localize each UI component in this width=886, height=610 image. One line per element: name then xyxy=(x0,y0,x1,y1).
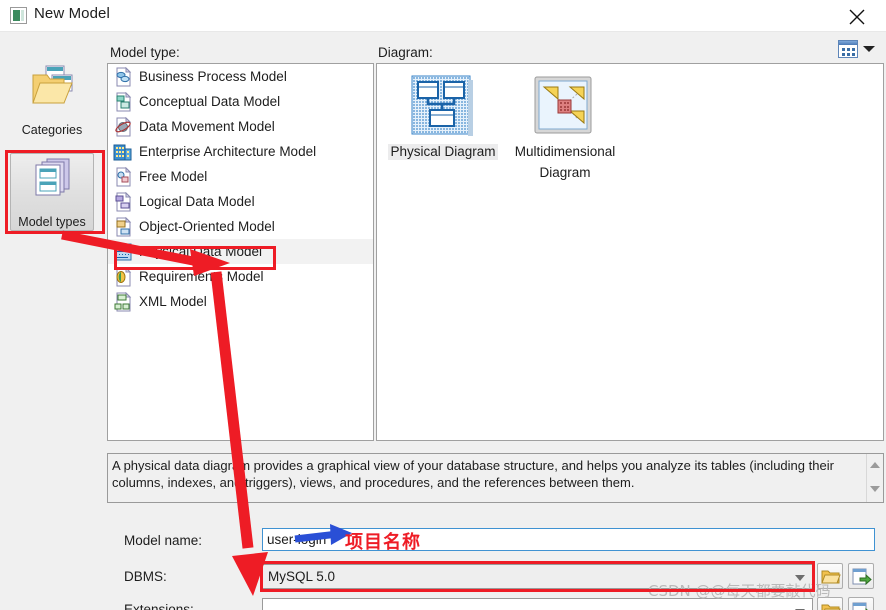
description-text: A physical data diagram provides a graph… xyxy=(112,458,834,490)
extensions-label: Extensions: xyxy=(124,602,194,610)
list-item-label: Free Model xyxy=(139,169,208,184)
stacked-documents-icon xyxy=(30,157,76,201)
list-item-label: Data Movement Model xyxy=(139,119,275,134)
dbms-selected-value: MySQL 5.0 xyxy=(268,569,336,584)
list-item[interactable]: Object-Oriented Model xyxy=(108,214,373,239)
description-box: A physical data diagram provides a graph… xyxy=(107,453,884,503)
chevron-down-icon[interactable] xyxy=(795,575,805,581)
dbms-label: DBMS: xyxy=(124,569,167,584)
rail-item-label: Model types xyxy=(18,215,86,229)
list-item[interactable]: XML Model xyxy=(108,289,373,314)
list-item-label: Object-Oriented Model xyxy=(139,219,275,234)
process-doc-icon xyxy=(113,66,133,87)
list-item[interactable]: Free Model xyxy=(108,164,373,189)
scroll-up-icon[interactable] xyxy=(870,462,880,468)
left-rail: Categories Model types xyxy=(0,33,103,610)
folder-documents-icon xyxy=(30,63,76,109)
grid-view-icon xyxy=(838,40,858,58)
planet-doc-icon xyxy=(113,116,133,137)
dbms-browse-button[interactable] xyxy=(817,563,843,589)
folder-icon xyxy=(821,604,841,610)
multidimensional-diagram-thumb xyxy=(532,74,598,140)
list-item-label: Requirements Model xyxy=(139,269,264,284)
physical-diagram-thumb xyxy=(410,74,476,140)
building-icon xyxy=(113,142,133,162)
model-name-label: Model name: xyxy=(124,533,203,548)
model-type-label: Model type: xyxy=(110,45,180,60)
extensions-field[interactable] xyxy=(262,598,813,610)
list-item-physical-data-model[interactable]: Physical Data Model xyxy=(108,239,373,264)
list-item-label: Conceptual Data Model xyxy=(139,94,281,109)
conceptual-doc-icon xyxy=(113,91,133,112)
list-item-label: Logical Data Model xyxy=(139,194,255,209)
new-model-dialog: New Model Categories Model types Model t… xyxy=(0,0,886,610)
requirements-icon xyxy=(113,266,133,287)
window-title: New Model xyxy=(34,5,110,22)
diagram-item-multidimensional[interactable]: Multidimensional Diagram xyxy=(505,74,625,182)
close-button[interactable] xyxy=(834,0,880,32)
rail-item-model-types[interactable]: Model types xyxy=(8,151,96,231)
diagram-panel[interactable]: Physical Diagram Multidimensional Diagra… xyxy=(376,63,884,441)
rail-item-label: Categories xyxy=(21,123,83,137)
diagram-view-toggle[interactable] xyxy=(838,40,878,60)
diagram-item-label: Physical Diagram xyxy=(388,144,498,160)
chevron-down-icon[interactable] xyxy=(863,46,875,52)
model-type-listbox[interactable]: Business Process Model Conceptual Data M… xyxy=(107,63,374,441)
annotation-chinese-note: 项目名称 xyxy=(345,532,421,553)
dbms-select[interactable]: MySQL 5.0 xyxy=(262,564,813,589)
import-arrow-icon xyxy=(852,568,872,586)
diagram-item-label: Multidimensional xyxy=(514,144,616,159)
list-item[interactable]: Business Process Model xyxy=(108,64,373,89)
physical-grid-icon xyxy=(113,242,133,262)
free-doc-icon xyxy=(113,166,133,187)
list-item-label: Business Process Model xyxy=(139,69,287,84)
diagram-item-physical[interactable]: Physical Diagram xyxy=(383,74,503,161)
diagram-item-label-line2: Diagram xyxy=(539,165,591,180)
dbms-apply-button[interactable] xyxy=(848,563,874,589)
close-icon xyxy=(849,9,865,25)
rail-item-categories[interactable]: Categories xyxy=(8,59,96,139)
list-item[interactable]: Logical Data Model xyxy=(108,189,373,214)
object-doc-icon xyxy=(113,216,133,237)
extensions-browse-button[interactable] xyxy=(817,597,843,610)
import-arrow-icon xyxy=(852,602,868,610)
extensions-apply-button[interactable] xyxy=(848,597,874,610)
list-item[interactable]: Enterprise Architecture Model xyxy=(108,139,373,164)
logical-doc-icon xyxy=(113,191,133,212)
description-scrollbar[interactable] xyxy=(866,454,883,502)
title-bar: New Model xyxy=(0,0,886,32)
folder-icon xyxy=(821,570,841,584)
list-item-label: XML Model xyxy=(139,294,207,309)
list-item[interactable]: Conceptual Data Model xyxy=(108,89,373,114)
xml-doc-icon xyxy=(113,291,133,312)
scroll-down-icon[interactable] xyxy=(870,486,880,492)
list-item[interactable]: Data Movement Model xyxy=(108,114,373,139)
list-item-label: Physical Data Model xyxy=(139,244,263,259)
app-window-icon xyxy=(10,7,27,24)
list-item-label: Enterprise Architecture Model xyxy=(139,144,317,159)
diagram-label: Diagram: xyxy=(378,45,433,60)
list-item[interactable]: Requirements Model xyxy=(108,264,373,289)
